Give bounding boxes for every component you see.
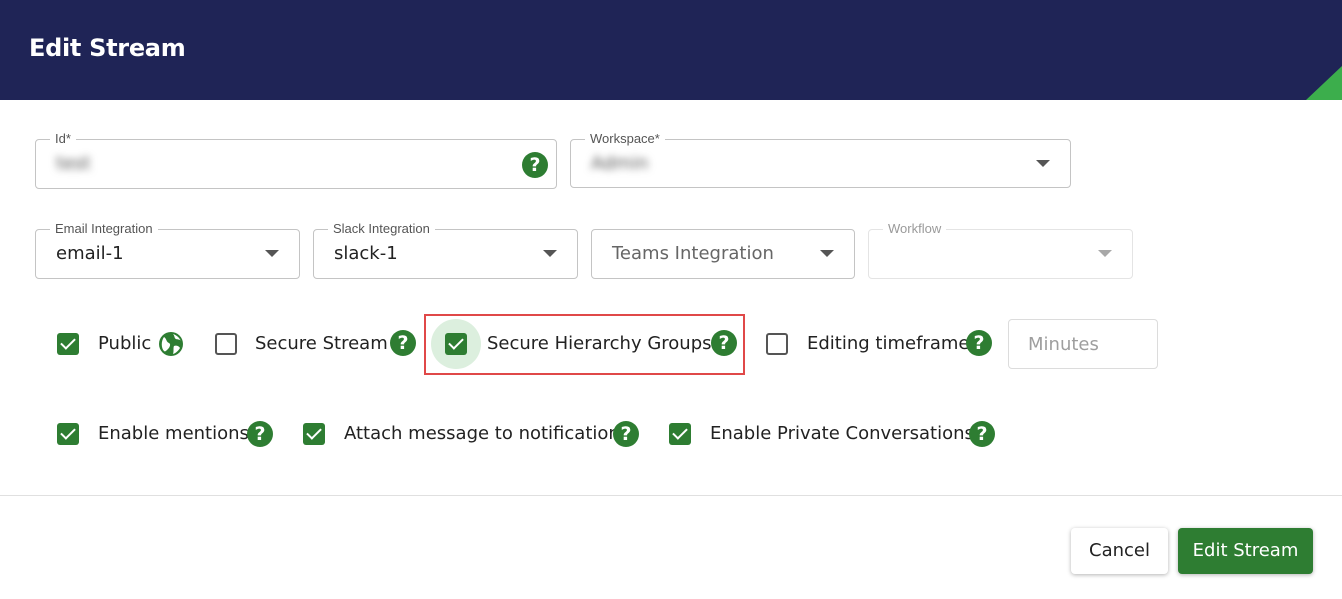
- secure-stream-label: Secure Stream: [255, 333, 388, 354]
- teams-integration-select[interactable]: Teams Integration: [591, 229, 855, 279]
- public-checkbox[interactable]: [57, 333, 79, 355]
- help-icon[interactable]: ?: [522, 152, 548, 178]
- help-icon[interactable]: ?: [247, 421, 273, 447]
- enable-mentions-checkbox[interactable]: [57, 423, 79, 445]
- workflow-label: Workflow: [883, 221, 947, 237]
- id-field-label: Id*: [50, 131, 76, 147]
- id-field-value[interactable]: test: [56, 153, 91, 174]
- slack-integration-value: slack-1: [334, 243, 398, 264]
- footer-divider: [0, 495, 1342, 496]
- public-label: Public: [98, 333, 152, 354]
- globe-icon: [158, 331, 184, 362]
- attach-message-checkbox[interactable]: [303, 423, 325, 445]
- chevron-down-icon[interactable]: [543, 250, 557, 257]
- help-icon[interactable]: ?: [613, 421, 639, 447]
- chevron-down-icon[interactable]: [1036, 160, 1050, 167]
- slack-integration-label: Slack Integration: [328, 221, 435, 237]
- minutes-input[interactable]: Minutes: [1008, 319, 1158, 369]
- header-corner-accent: [1306, 66, 1342, 100]
- workflow-select: Workflow: [868, 221, 1133, 279]
- enable-mentions-label: Enable mentions: [98, 423, 249, 444]
- chevron-down-icon[interactable]: [820, 250, 834, 257]
- email-integration-label: Email Integration: [50, 221, 158, 237]
- help-icon[interactable]: ?: [966, 330, 992, 356]
- workspace-select-label: Workspace*: [585, 131, 665, 147]
- enable-private-conversations-label: Enable Private Conversations: [710, 423, 974, 444]
- edit-stream-button[interactable]: Edit Stream: [1178, 528, 1313, 574]
- email-integration-select[interactable]: Email Integration email-1: [35, 221, 300, 279]
- minutes-placeholder: Minutes: [1028, 334, 1099, 355]
- attach-message-label: Attach message to notification: [344, 423, 620, 444]
- slack-integration-select[interactable]: Slack Integration slack-1: [313, 221, 578, 279]
- cancel-button[interactable]: Cancel: [1071, 528, 1168, 574]
- help-icon[interactable]: ?: [390, 330, 416, 356]
- email-integration-value: email-1: [56, 243, 124, 264]
- dialog-header: Edit Stream: [0, 0, 1342, 100]
- secure-stream-checkbox[interactable]: [215, 333, 237, 355]
- dialog-title: Edit Stream: [29, 34, 186, 62]
- id-field[interactable]: Id* test ?: [35, 131, 557, 189]
- teams-integration-placeholder: Teams Integration: [612, 243, 774, 264]
- help-icon[interactable]: ?: [969, 421, 995, 447]
- editing-timeframe-label: Editing timeframe: [807, 333, 970, 354]
- workspace-select-value: Admin: [591, 153, 649, 174]
- editing-timeframe-checkbox[interactable]: [766, 333, 788, 355]
- chevron-down-icon[interactable]: [265, 250, 279, 257]
- enable-private-conversations-checkbox[interactable]: [669, 423, 691, 445]
- highlight-box: [424, 314, 745, 375]
- workspace-select[interactable]: Workspace* Admin: [570, 131, 1071, 188]
- chevron-down-icon: [1098, 250, 1112, 257]
